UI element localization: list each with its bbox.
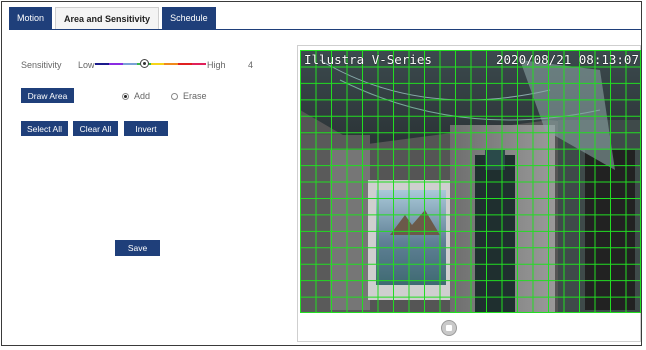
bottle-shape — [475, 155, 515, 313]
timestamp-overlay: 2020/08/21 08:13:07 — [496, 52, 639, 67]
clear-all-button[interactable]: Clear All — [73, 121, 118, 136]
add-radio-dot[interactable] — [122, 92, 129, 100]
high-label: High — [207, 60, 226, 70]
tab-area-label: Area and Sensitivity — [64, 13, 151, 24]
erase-radio[interactable]: Erase — [171, 91, 207, 101]
tab-motion[interactable]: Motion — [9, 7, 53, 29]
tab-area-and-sensitivity[interactable]: Area and Sensitivity — [55, 7, 160, 29]
erase-radio-dot[interactable] — [171, 92, 178, 100]
camera-name-overlay: Illustra V-Series — [304, 52, 432, 67]
tab-underline — [9, 29, 641, 30]
slider-knob[interactable] — [140, 59, 149, 68]
save-button[interactable]: Save — [115, 240, 160, 256]
camera-scene — [300, 50, 641, 313]
slider-segment — [163, 63, 178, 65]
slider-segment — [191, 63, 206, 65]
low-label: Low — [78, 60, 95, 70]
slider-segment — [122, 63, 137, 65]
tab-schedule-label: Schedule — [170, 13, 208, 23]
stop-icon[interactable] — [441, 320, 457, 336]
camera-preview[interactable]: Illustra V-Series 2020/08/21 08:13:07 — [300, 50, 641, 313]
sensitivity-slider[interactable] — [95, 59, 206, 68]
slider-segment — [95, 63, 110, 65]
poster-shape — [376, 190, 446, 285]
add-radio-label: Add — [134, 91, 151, 101]
erase-radio-label: Erase — [183, 91, 207, 101]
slider-segment — [150, 63, 165, 65]
tab-bar: Motion Area and Sensitivity Schedule — [9, 7, 219, 29]
sensitivity-value: 4 — [248, 60, 254, 70]
tab-schedule[interactable]: Schedule — [162, 7, 216, 29]
draw-area-button[interactable]: Draw Area — [21, 88, 74, 103]
slider-segment — [177, 63, 192, 65]
slider-segment — [108, 63, 123, 65]
invert-button[interactable]: Invert — [124, 121, 168, 136]
add-radio[interactable]: Add — [122, 91, 150, 101]
left-panel-shape — [330, 150, 370, 310]
select-all-button[interactable]: Select All — [21, 121, 68, 136]
tab-motion-label: Motion — [17, 13, 45, 23]
sensitivity-label: Sensitivity — [21, 60, 62, 70]
